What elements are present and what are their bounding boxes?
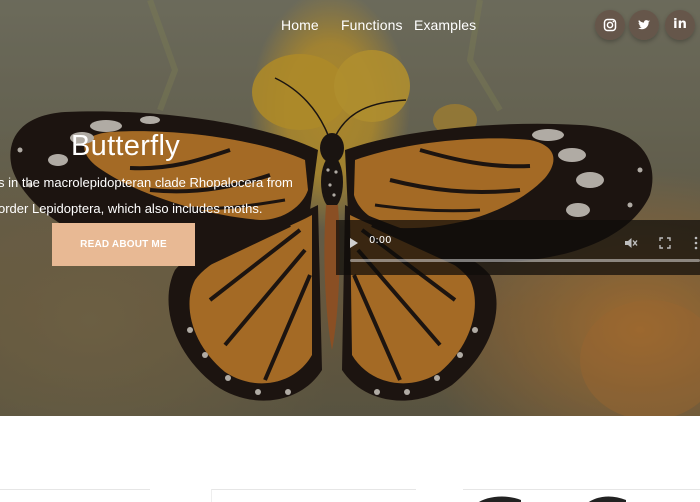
nav-link-home[interactable]: Home <box>281 14 319 36</box>
twitter-button[interactable] <box>629 10 659 40</box>
twitter-icon <box>638 20 650 30</box>
content-card <box>0 489 150 502</box>
linkedin-button[interactable]: in <box>665 10 695 40</box>
instagram-icon <box>603 18 617 32</box>
hero-description: s in the macrolepidopteran clade Rhopalo… <box>0 170 320 222</box>
video-current-time: 0:00 <box>369 235 392 246</box>
video-player[interactable]: 0:00 <box>336 220 700 275</box>
video-progress-bar[interactable] <box>350 259 700 262</box>
nav-link-examples[interactable]: Examples <box>414 14 476 36</box>
read-about-me-button[interactable]: READ ABOUT ME <box>52 223 195 266</box>
hero-title: Butterfly <box>71 130 181 162</box>
fullscreen-icon[interactable] <box>659 237 671 249</box>
more-options-icon[interactable] <box>693 236 699 250</box>
instagram-button[interactable] <box>595 10 625 40</box>
content-card <box>211 489 416 502</box>
hero-description-line: order Lepidoptera, which also includes m… <box>0 201 263 216</box>
mute-icon[interactable] <box>624 236 638 250</box>
card-image <box>479 496 626 502</box>
hero-description-line: s in the macrolepidopteran clade Rhopalo… <box>0 175 293 190</box>
nav-link-functions[interactable]: Functions <box>341 14 403 36</box>
linkedin-icon: in <box>673 17 687 32</box>
play-icon[interactable] <box>349 238 359 248</box>
